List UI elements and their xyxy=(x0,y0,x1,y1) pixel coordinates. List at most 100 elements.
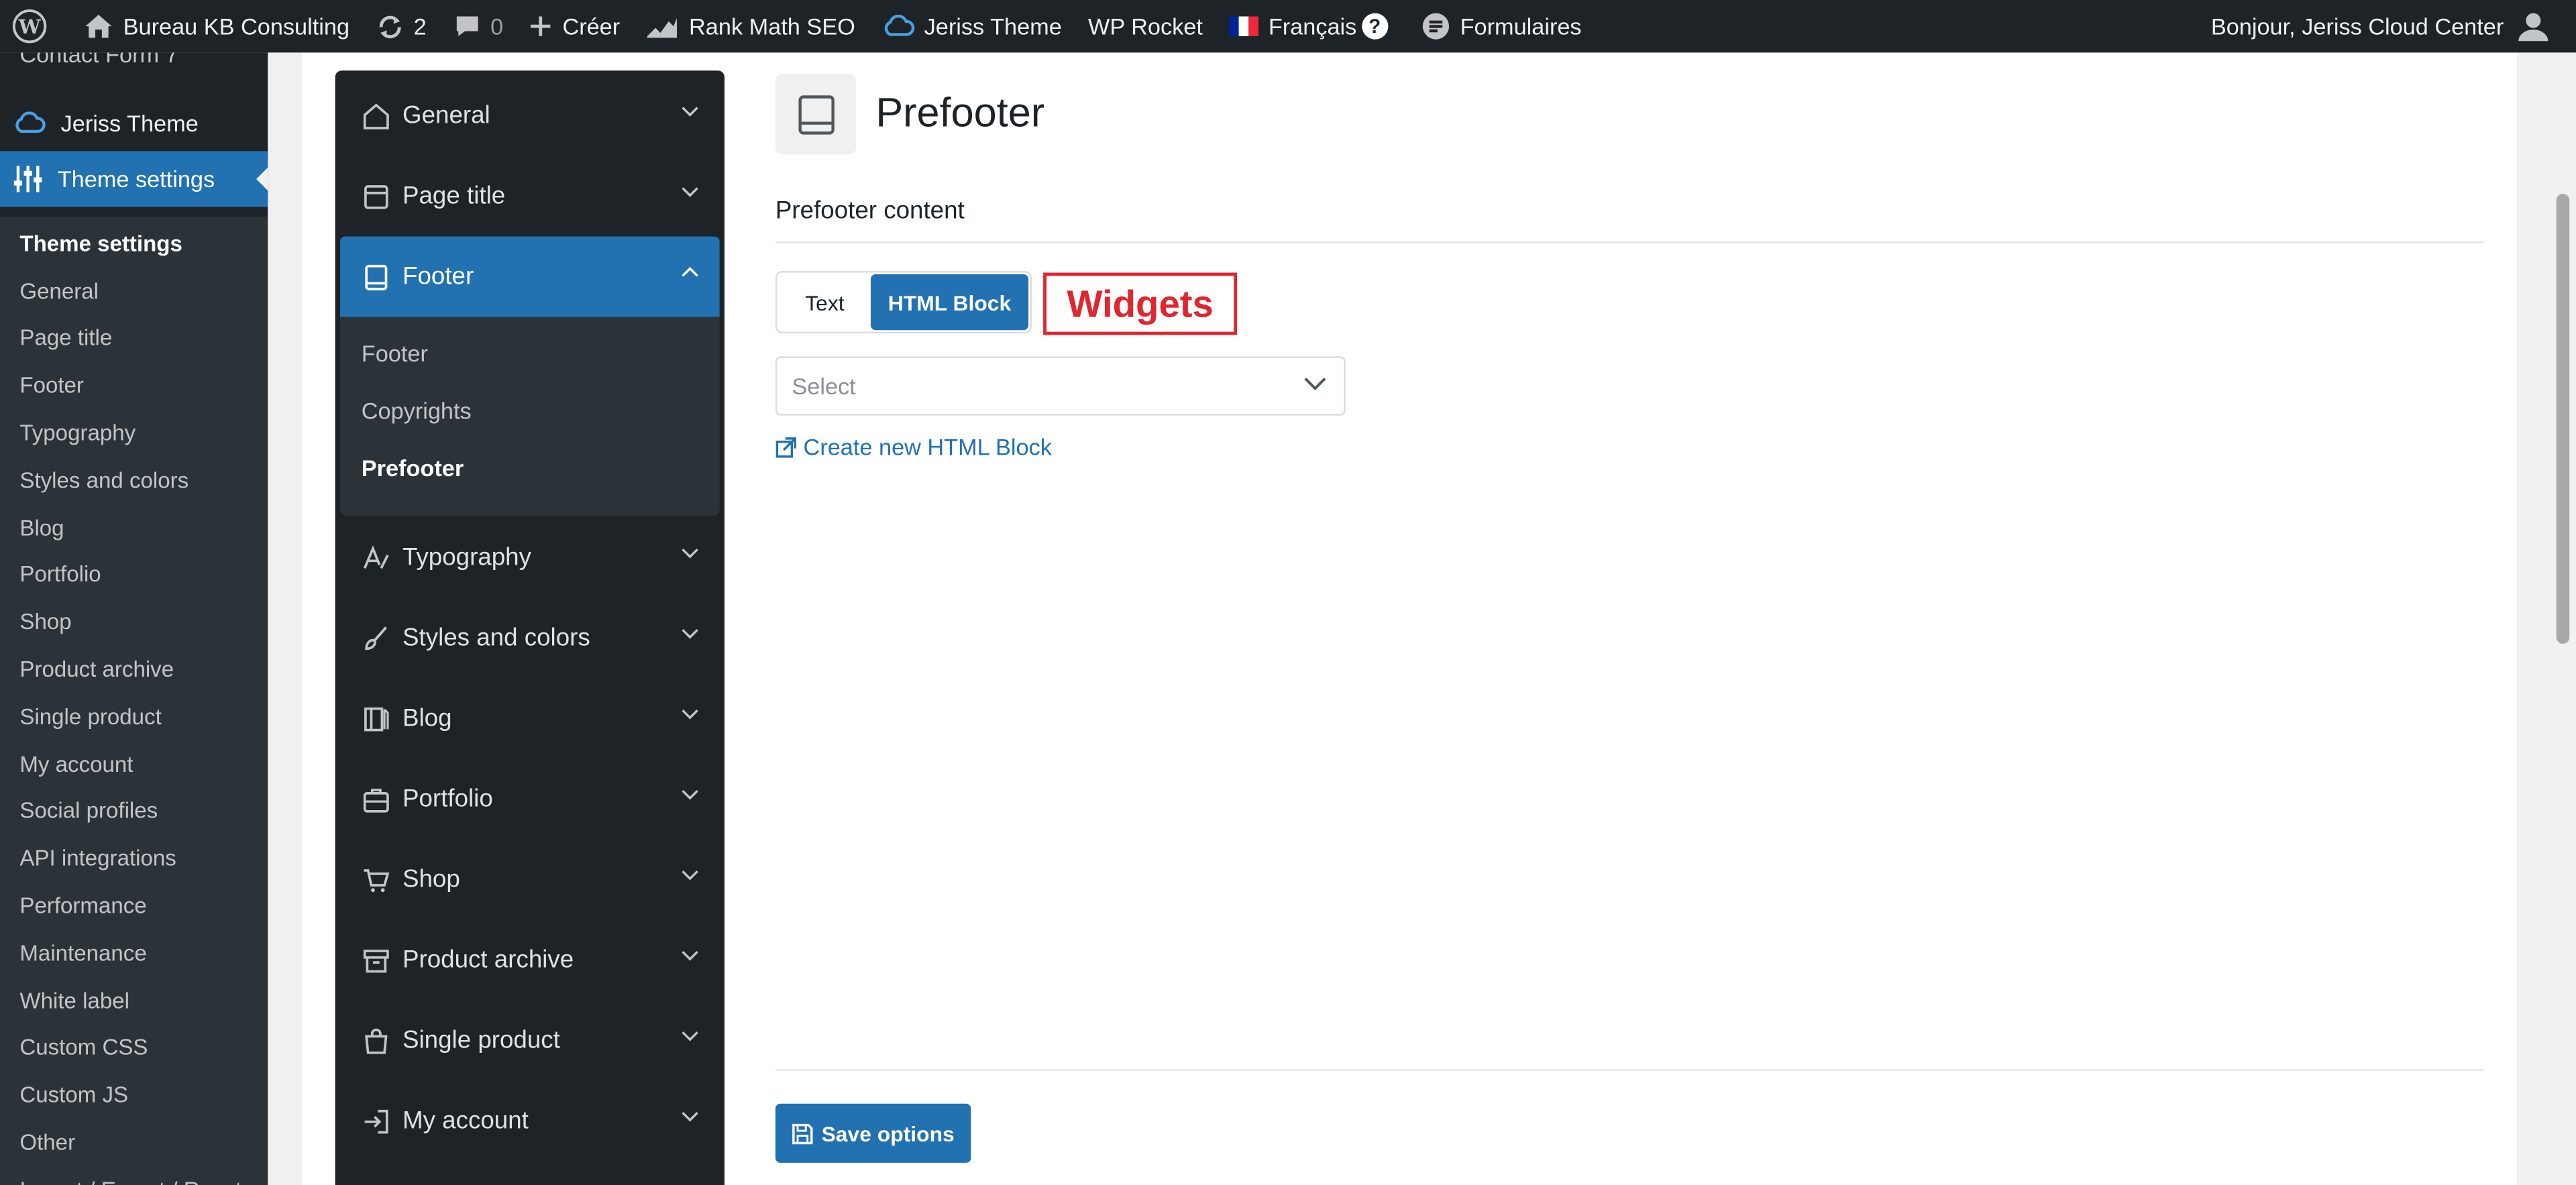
html-block-select[interactable]: Select xyxy=(775,356,1346,416)
wp-submenu-item[interactable]: Performance xyxy=(0,882,268,929)
chevron-down-icon xyxy=(682,950,698,961)
settings-nav-item-single-product[interactable]: Single product xyxy=(340,1000,720,1080)
new-content-link[interactable]: Créer xyxy=(517,0,633,52)
settings-nav-item-typography[interactable]: Typography xyxy=(340,517,720,598)
my-account-menu[interactable]: Bonjour, Jeriss Cloud Center xyxy=(2198,0,2576,52)
theme-label: Jeriss Theme xyxy=(924,13,1062,40)
settings-nav-item-my-account[interactable]: My account xyxy=(340,1080,720,1161)
wp-submenu-item[interactable]: Blog xyxy=(0,504,268,551)
home-icon xyxy=(362,101,391,131)
wp-submenu-item[interactable]: Product archive xyxy=(0,646,268,693)
scrollbar-thumb[interactable] xyxy=(2556,193,2570,644)
wp-submenu-item[interactable]: Custom CSS xyxy=(0,1024,268,1072)
menu-item-theme-settings[interactable]: Theme settings xyxy=(0,151,268,207)
toggle-text-button[interactable]: Text xyxy=(779,274,871,330)
settings-nav-item-page-title[interactable]: Page title xyxy=(340,156,720,237)
wp-submenu-item[interactable]: Footer xyxy=(0,362,268,410)
settings-nav-item-shop[interactable]: Shop xyxy=(340,839,720,919)
rankmath-label: Rank Math SEO xyxy=(689,13,855,40)
wp-submenu-item[interactable]: Shop xyxy=(0,598,268,646)
login-icon xyxy=(362,1106,391,1135)
admin-bar: W Bureau KB Consulting 2 0 Créer Rank Ma… xyxy=(0,0,2576,53)
wp-submenu-item[interactable]: Import / Export / Reset xyxy=(0,1166,268,1185)
wp-submenu-item[interactable]: API integrations xyxy=(0,835,268,883)
settings-nav-label: Blog xyxy=(402,704,452,733)
wp-submenu-item[interactable]: My account xyxy=(0,740,268,788)
menu-item-jeriss-theme[interactable]: Jeriss Theme xyxy=(0,95,268,151)
settings-nav-item-blog[interactable]: Blog xyxy=(340,678,720,758)
content-type-toggle: Text HTML Block xyxy=(775,271,1032,334)
archive-icon xyxy=(362,945,391,974)
home-icon xyxy=(85,15,112,38)
footer-submenu-item[interactable]: Copyrights xyxy=(340,381,720,439)
cloud-icon xyxy=(15,111,46,133)
help-icon[interactable]: ? xyxy=(1361,13,1388,40)
wp-submenu-item[interactable]: Other xyxy=(0,1119,268,1166)
prefooter-icon-box xyxy=(775,74,856,155)
sliders-icon xyxy=(13,166,42,192)
settings-nav-item-general[interactable]: General xyxy=(340,76,720,156)
settings-nav-label: Product archive xyxy=(402,946,574,974)
wp-submenu-item[interactable]: Custom JS xyxy=(0,1072,268,1119)
toggle-html-block-button[interactable]: HTML Block xyxy=(870,274,1029,331)
settings-nav-item-footer[interactable]: Footer xyxy=(339,236,720,317)
wp-submenu-item[interactable]: White label xyxy=(0,977,268,1025)
wp-submenu-item[interactable]: Theme settings xyxy=(0,220,268,268)
menu-item-contact-form[interactable]: Contact Form 7 xyxy=(0,52,178,72)
language-label: Français xyxy=(1268,13,1357,40)
updates-link[interactable]: 2 xyxy=(363,0,440,52)
wordpress-icon: W xyxy=(12,9,47,44)
forms-link[interactable]: Formulaires xyxy=(1401,0,1595,52)
settings-nav-item-product-archive[interactable]: Product archive xyxy=(340,919,720,1000)
refresh-icon xyxy=(379,15,400,38)
wp-submenu-item[interactable]: Styles and colors xyxy=(0,457,268,504)
chevron-down-icon xyxy=(682,187,698,197)
chevron-down-icon xyxy=(1304,378,1326,390)
new-label: Créer xyxy=(562,13,621,40)
site-name-link[interactable]: Bureau KB Consulting xyxy=(70,0,362,52)
settings-nav-item-portfolio[interactable]: Portfolio xyxy=(340,758,720,839)
rankmath-icon xyxy=(647,17,678,38)
wprocket-link[interactable]: WP Rocket xyxy=(1075,0,1216,52)
jeriss-theme-link[interactable]: Jeriss Theme xyxy=(868,0,1075,52)
greeting: Bonjour, Jeriss Cloud Center xyxy=(2210,13,2504,40)
footer-icon xyxy=(798,95,834,134)
wp-submenu-item[interactable]: Typography xyxy=(0,409,268,457)
save-icon xyxy=(792,1123,813,1143)
footer-submenu-item[interactable]: Prefooter xyxy=(340,439,720,496)
settings-nav-item-styles-and-colors[interactable]: Styles and colors xyxy=(340,598,720,678)
briefcase-icon xyxy=(362,784,391,813)
wp-submenu-item[interactable]: Portfolio xyxy=(0,551,268,599)
create-link-label: Create new HTML Block xyxy=(803,433,1052,460)
settings-nav: Footer Copyrights Prefooter General Page ti… xyxy=(335,70,725,1185)
french-flag-icon xyxy=(1229,16,1259,36)
chevron-down-icon xyxy=(682,628,698,639)
chevron-up-icon xyxy=(682,266,698,277)
comments-link[interactable]: 0 xyxy=(439,0,517,52)
rankmath-link[interactable]: Rank Math SEO xyxy=(633,0,869,52)
chevron-down-icon xyxy=(682,107,698,117)
wp-submenu-item[interactable]: Single product xyxy=(0,693,268,740)
footer-submenu-item[interactable]: Footer xyxy=(340,323,720,381)
settings-nav-label: Styles and colors xyxy=(402,624,590,653)
wp-submenu-item[interactable]: General xyxy=(0,268,268,315)
menu-item-label: Theme settings xyxy=(57,166,215,192)
menu-item-label: Jeriss Theme xyxy=(60,110,199,137)
settings-nav-label: Portfolio xyxy=(402,785,493,813)
chevron-down-icon xyxy=(682,709,698,720)
save-label: Save options xyxy=(821,1121,955,1146)
cart-icon xyxy=(362,864,391,894)
svg-text:W: W xyxy=(18,15,42,38)
chevron-down-icon xyxy=(682,870,698,881)
save-options-button[interactable]: Save options xyxy=(775,1103,971,1163)
wp-submenu-item[interactable]: Social profiles xyxy=(0,787,268,835)
create-html-block-link[interactable]: Create new HTML Block xyxy=(775,434,1052,460)
widgets-annotation: Widgets xyxy=(1043,272,1238,335)
language-switcher[interactable]: Français ? xyxy=(1216,0,1401,52)
external-link-icon xyxy=(775,436,797,457)
settings-nav-label: Page title xyxy=(402,182,506,211)
footer-icon xyxy=(362,262,391,292)
wp-submenu-item[interactable]: Page title xyxy=(0,315,268,362)
wp-submenu-item[interactable]: Maintenance xyxy=(0,929,268,977)
wordpress-logo-button[interactable]: W xyxy=(0,0,70,52)
